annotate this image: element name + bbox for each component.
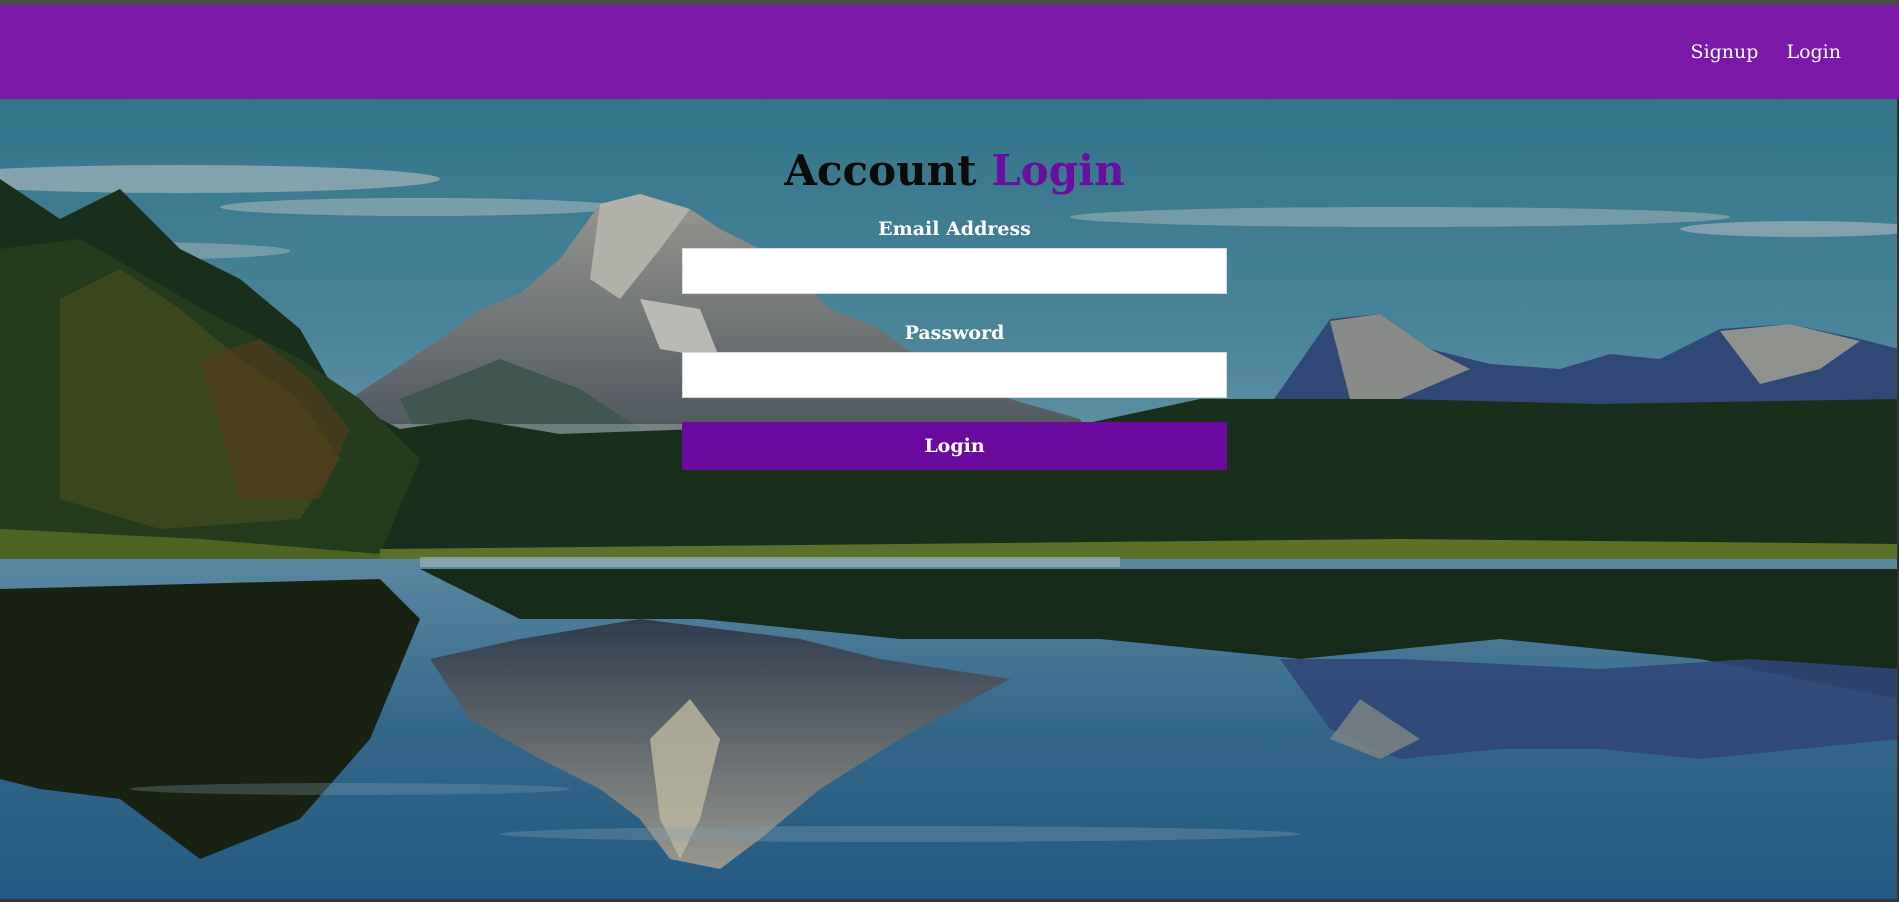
navbar: Signup Login [0, 5, 1899, 99]
login-button[interactable]: Login [682, 422, 1227, 470]
nav-link-signup[interactable]: Signup [1691, 41, 1759, 63]
page-title-main: Account [784, 146, 977, 195]
nav-links: Signup Login [1691, 5, 1841, 99]
page-title: Account Login [682, 148, 1227, 194]
page-title-accent: Login [991, 146, 1125, 195]
email-label: Email Address [878, 218, 1031, 240]
password-label: Password [904, 322, 1005, 344]
email-field[interactable] [682, 248, 1227, 294]
login-form: Account Login Email Address Password Log… [682, 148, 1227, 470]
page: Signup Login Account Login Email Address… [0, 0, 1899, 902]
nav-link-login[interactable]: Login [1786, 41, 1841, 63]
password-field[interactable] [682, 352, 1227, 398]
